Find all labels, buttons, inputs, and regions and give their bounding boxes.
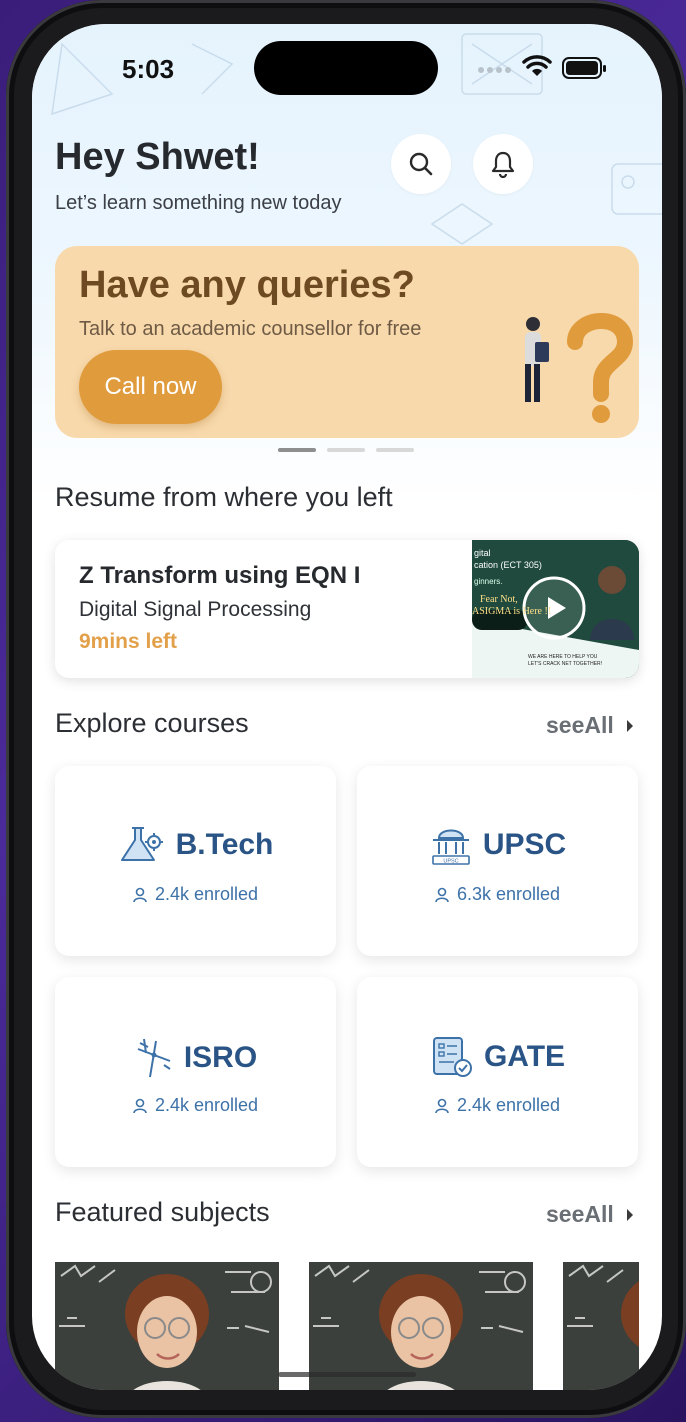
explore-see-all-link[interactable]: seeAll — [546, 712, 634, 739]
pager-dot-active[interactable] — [278, 448, 316, 452]
featured-subject-card[interactable] — [309, 1262, 533, 1390]
lesson-title: Z Transform using EQN I — [79, 562, 361, 589]
teacher-photo — [55, 1262, 279, 1390]
time-left: 9mins left — [79, 630, 178, 653]
battery-icon — [562, 57, 606, 79]
thumb-text-7: LET'S CRACK NET TOGETHER! — [528, 661, 602, 667]
search-button[interactable] — [391, 134, 451, 194]
teacher-photo — [563, 1262, 639, 1390]
status-bar: 5:03 — [32, 24, 662, 114]
satellite-icon — [137, 1038, 171, 1078]
see-all-label: seeAll — [546, 712, 614, 738]
call-now-button[interactable]: Call now — [79, 350, 222, 424]
lesson-thumbnail[interactable]: gital cation (ECT 305) ginners. Fear Not… — [472, 540, 639, 678]
promo-subtitle: Talk to an academic counsellor for free — [79, 318, 422, 340]
pager-dot[interactable] — [327, 448, 365, 452]
dynamic-island — [254, 41, 438, 95]
course-name: GATE — [483, 1040, 566, 1073]
app-screen: 5:03 Hey Shwet! Let’s learn something ne… — [32, 24, 662, 1390]
promo-pager — [278, 448, 414, 452]
enrolled-count: 2.4k enrolled — [154, 1095, 259, 1115]
status-icons — [478, 54, 608, 82]
course-name: ISRO — [183, 1041, 258, 1074]
course-card-isro[interactable]: ISRO 2.4k enrolled — [55, 977, 336, 1167]
user-icon — [133, 1098, 147, 1113]
question-person-illustration — [525, 313, 634, 423]
course-card-btech[interactable]: B.Tech 2.4k enrolled — [55, 766, 336, 956]
lesson-course: Digital Signal Processing — [79, 598, 312, 621]
resume-lesson-card[interactable]: Z Transform using EQN I Digital Signal P… — [55, 540, 639, 678]
featured-section-title: Featured subjects — [55, 1197, 270, 1227]
featured-subject-card[interactable] — [55, 1262, 279, 1390]
explore-section-title: Explore courses — [55, 708, 249, 738]
teacher-photo — [309, 1262, 533, 1390]
greeting-subtitle: Let’s learn something new today — [55, 192, 342, 214]
featured-subject-card[interactable] — [563, 1262, 639, 1390]
user-icon — [435, 887, 449, 902]
caret-right-icon — [626, 719, 633, 732]
resume-section-title: Resume from where you left — [55, 482, 393, 512]
see-all-label: seeAll — [546, 1201, 614, 1227]
promo-title: Have any queries? — [79, 264, 415, 306]
thumb-text-4: Fear Not, — [480, 594, 518, 605]
user-icon — [435, 1098, 449, 1113]
caret-right-icon — [626, 1208, 633, 1221]
thumb-text-1: gital — [474, 548, 491, 558]
cellular-signal-icon — [478, 67, 511, 73]
home-indicator — [278, 1372, 416, 1377]
user-icon — [133, 887, 147, 902]
greeting-title: Hey Shwet! — [55, 136, 260, 178]
flask-gear-icon — [120, 827, 163, 861]
notifications-button[interactable] — [473, 134, 533, 194]
promo-banner[interactable]: Have any queries? Talk to an academic co… — [55, 246, 639, 438]
document-check-icon — [432, 1037, 472, 1077]
course-card-gate[interactable]: GATE 2.4k enrolled — [357, 977, 638, 1167]
featured-see-all-link[interactable]: seeAll — [546, 1201, 634, 1228]
enrolled-count: 2.4k enrolled — [154, 884, 259, 904]
video-thumbnail-art: gital cation (ECT 305) ginners. Fear Not… — [472, 540, 639, 678]
course-name: UPSC — [482, 828, 567, 861]
enrolled-count: 2.4k enrolled — [456, 1095, 561, 1115]
thumb-text-5: ASIGMA is Here !! — [472, 606, 551, 617]
upsc-building-icon: UPSC — [432, 829, 470, 865]
wifi-icon — [522, 55, 552, 76]
pager-dot[interactable] — [376, 448, 414, 452]
course-card-upsc[interactable]: UPSC UPSC 6.3k enrolled — [357, 766, 638, 956]
thumb-text-3: ginners. — [474, 577, 502, 586]
svg-text:UPSC: UPSC — [443, 859, 458, 865]
search-icon — [409, 152, 433, 176]
enrolled-count: 6.3k enrolled — [456, 884, 561, 904]
course-name: B.Tech — [175, 828, 274, 861]
bell-icon — [491, 151, 515, 178]
thumb-text-2: cation (ECT 305) — [474, 560, 542, 570]
thumb-text-6: WE ARE HERE TO HELP YOU — [528, 654, 598, 660]
status-time: 5:03 — [122, 54, 175, 84]
